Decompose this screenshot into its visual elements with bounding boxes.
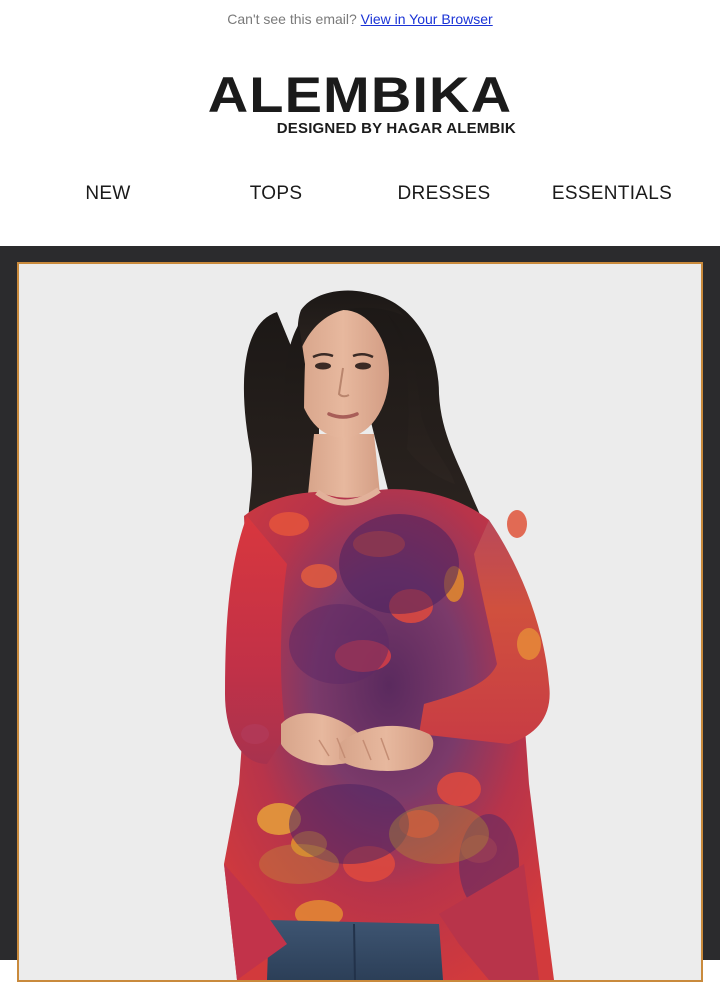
brand-name: ALEMBIKA	[207, 67, 513, 123]
nav-item-new[interactable]: NEW	[24, 172, 192, 216]
main-nav: NEW TOPS DRESSES ESSENTIALS	[24, 172, 696, 216]
hero-section	[0, 246, 720, 982]
preheader-bar: Can't see this email? View in Your Brows…	[0, 0, 720, 38]
nav-item-dresses[interactable]: DRESSES	[360, 172, 528, 216]
brand-logo[interactable]: ALEMBIKA DESIGNED BY HAGAR ALEMBIK	[0, 70, 720, 137]
nav-item-essentials[interactable]: ESSENTIALS	[528, 172, 696, 216]
view-in-browser-link[interactable]: View in Your Browser	[361, 11, 493, 27]
nav-item-tops[interactable]: TOPS	[192, 172, 360, 216]
hero-image-link[interactable]	[17, 262, 703, 982]
hero-model-image	[224, 290, 554, 980]
preheader-text: Can't see this email?	[227, 11, 357, 27]
